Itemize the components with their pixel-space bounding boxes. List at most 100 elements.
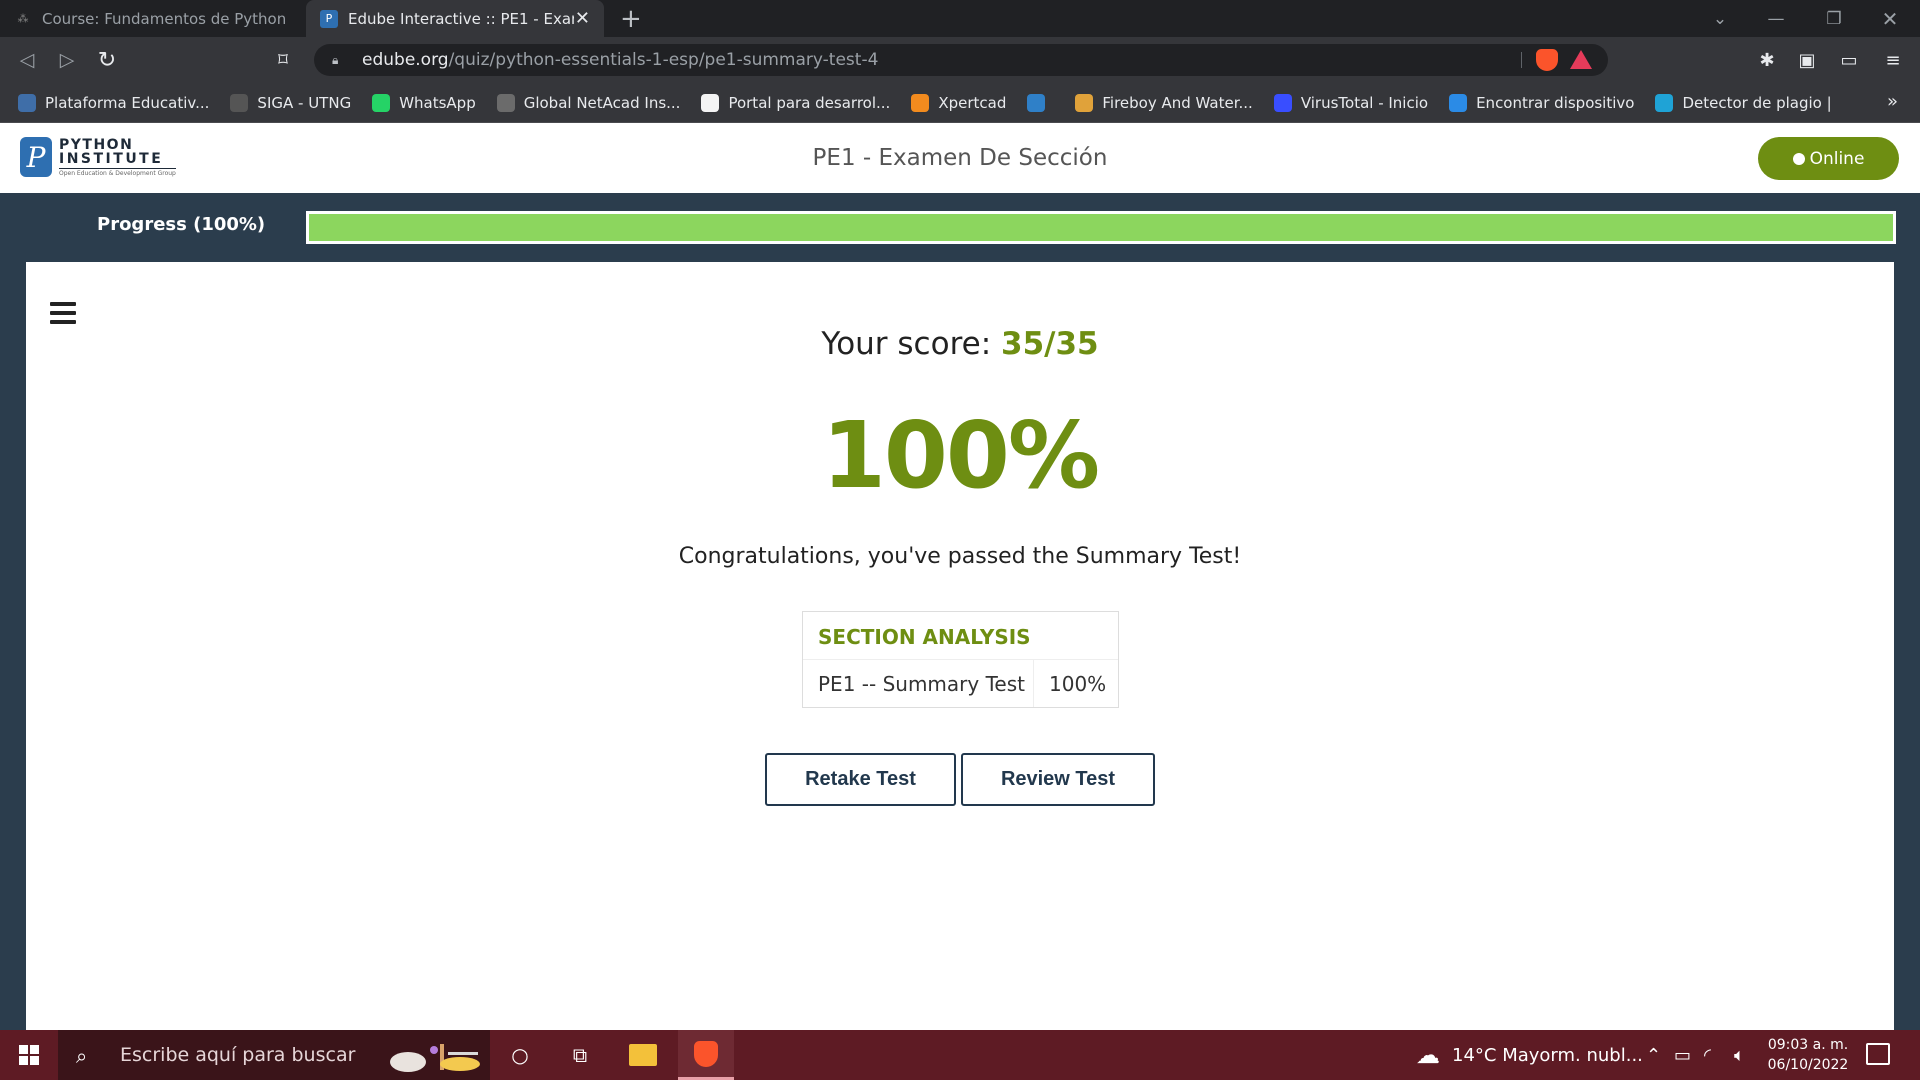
- review-test-button[interactable]: Review Test: [961, 753, 1155, 806]
- bookmark-item[interactable]: Global NetAcad Ins...: [496, 93, 681, 112]
- plagiarism-icon: [1655, 93, 1674, 112]
- brave-rewards-icon[interactable]: [1570, 50, 1592, 69]
- file-explorer-icon[interactable]: [615, 1030, 671, 1080]
- whatsapp-icon: [372, 93, 391, 112]
- clock-time: 09:03 a. m.: [1767, 1037, 1849, 1053]
- bookmark-item[interactable]: VirusTotal - Inicio: [1273, 93, 1429, 112]
- bookmark-label: Plataforma Educativ...: [45, 93, 210, 112]
- restore-button[interactable]: ❐: [1806, 0, 1862, 37]
- menu-icon[interactable]: ≡: [1882, 49, 1904, 71]
- fireboy-icon: [1075, 93, 1094, 112]
- wifi-icon[interactable]: ◜: [1704, 1030, 1711, 1080]
- windows-logo-icon: [19, 1045, 39, 1065]
- bookmark-item[interactable]: Encontrar dispositivo: [1449, 93, 1635, 112]
- new-tab-button[interactable]: +: [620, 4, 642, 34]
- python-institute-icon: P: [320, 9, 338, 28]
- lock-icon: 🔒︎: [332, 52, 339, 67]
- bookmark-label: Fireboy And Water...: [1102, 93, 1253, 112]
- site-header: P PYTHON INSTITUTE Open Education & Deve…: [0, 123, 1920, 193]
- forward-icon[interactable]: ▷: [52, 45, 82, 75]
- reload-icon[interactable]: ↻: [92, 45, 122, 75]
- table-row: PE1 -- Summary Test 100%: [803, 659, 1118, 707]
- volume-icon[interactable]: 🔈︎: [1734, 1030, 1745, 1080]
- task-view-icon[interactable]: ⧉: [552, 1030, 608, 1080]
- url-divider: [1521, 52, 1522, 68]
- extensions-icon[interactable]: ✱: [1756, 49, 1778, 71]
- cortana-icon[interactable]: ○: [492, 1030, 548, 1080]
- weather-widget[interactable]: ☁ 14°C Mayorm. nubl...: [1416, 1030, 1643, 1080]
- hamburger-menu-icon[interactable]: [50, 302, 76, 329]
- close-window-button[interactable]: ✕: [1862, 0, 1918, 37]
- cisco-icon: [496, 93, 515, 112]
- platform-icon: [18, 93, 36, 112]
- section-score: 100%: [1049, 671, 1107, 696]
- score-percent: 100%: [821, 402, 1100, 509]
- address-bar[interactable]: 🔒︎ edube.org/quiz/python-essentials-1-es…: [314, 44, 1608, 76]
- browser-toolbar: ◁ ▷ ↻ ⌑ 🔒︎ edube.org/quiz/python-essenti…: [0, 37, 1920, 83]
- bookmark-item[interactable]: [1027, 93, 1054, 112]
- bookmark-label: VirusTotal - Inicio: [1300, 93, 1429, 112]
- search-icon: ⌕: [76, 1044, 88, 1068]
- search-highlight-icon: [390, 1044, 480, 1072]
- bookmark-label: SIGA - UTNG: [257, 93, 352, 112]
- bookmark-item[interactable]: Detector de plagio |: [1655, 93, 1832, 112]
- start-button[interactable]: [0, 1030, 58, 1080]
- progress-bar: [306, 211, 1896, 244]
- brave-shields-icon[interactable]: [1536, 49, 1558, 71]
- bookmark-item[interactable]: Xpertcad: [911, 93, 1007, 112]
- system-clock[interactable]: 09:03 a. m. 06/10/2022: [1760, 1035, 1856, 1075]
- weather-cloud-icon: ☁: [1416, 1041, 1440, 1069]
- tab-title: Course: Fundamentos de Python: [42, 9, 287, 28]
- tab-edube[interactable]: P Edube Interactive :: PE1 - Examen ✕: [306, 0, 604, 37]
- battery-icon[interactable]: ▭: [1674, 1030, 1691, 1080]
- score-line: Your score: 35/35: [26, 326, 1894, 362]
- wallet-icon[interactable]: ▭: [1838, 49, 1860, 71]
- find-device-icon: [1449, 93, 1468, 112]
- page-title: PE1 - Examen De Sección: [812, 145, 1108, 171]
- result-card: Your score: 35/35 100% Congratulations, …: [26, 262, 1894, 1030]
- bookmark-label: Portal para desarrol...: [728, 93, 891, 112]
- bookmark-item[interactable]: SIGA - UTNG: [230, 93, 352, 112]
- bookmark-label: Encontrar dispositivo: [1476, 93, 1635, 112]
- bookmark-label: WhatsApp: [399, 93, 476, 112]
- section-name: PE1 -- Summary Test: [803, 660, 1034, 707]
- clock-date: 06/10/2022: [1767, 1057, 1849, 1073]
- bookmark-item[interactable]: Fireboy And Water...: [1075, 93, 1253, 112]
- bookmark-item[interactable]: Plataforma Educativ...: [18, 93, 210, 112]
- netacad-icon: ⁂: [17, 12, 29, 25]
- bookmark-item[interactable]: WhatsApp: [372, 93, 476, 112]
- search-placeholder: Escribe aquí para buscar: [120, 1044, 356, 1066]
- online-status-button[interactable]: Online: [1758, 137, 1899, 180]
- weather-text: 14°C Mayorm. nubl...: [1452, 1044, 1643, 1066]
- brave-browser-icon[interactable]: [678, 1030, 734, 1080]
- browser-tab-strip: ⁂ Course: Fundamentos de Python P Edube …: [0, 0, 1920, 37]
- congratulations-message: Congratulations, you've passed the Summa…: [678, 544, 1242, 569]
- portal-icon: [701, 93, 720, 112]
- fish-icon: [1027, 93, 1046, 112]
- tab-search-icon[interactable]: ⌄: [1692, 0, 1748, 37]
- tray-chevron-icon[interactable]: ⌃: [1646, 1030, 1661, 1080]
- windows-taskbar: ⌕ Escribe aquí para buscar ○ ⧉ ☁ 14°C Ma…: [0, 1030, 1920, 1080]
- bookmark-item[interactable]: Portal para desarrol...: [701, 93, 891, 112]
- status-dot-icon: [1792, 152, 1805, 165]
- bookmark-label: Detector de plagio |: [1682, 93, 1832, 112]
- online-label: Online: [1809, 148, 1865, 169]
- section-analysis-table: SECTION ANALYSIS PE1 -- Summary Test 100…: [802, 611, 1119, 708]
- score-value: 35/35: [1001, 326, 1099, 362]
- progress-section: Progress (100%): [0, 193, 1920, 262]
- tab-course[interactable]: ⁂ Course: Fundamentos de Python: [0, 0, 304, 37]
- bookmark-label: Xpertcad: [938, 93, 1007, 112]
- bookmark-label: Global NetAcad Ins...: [523, 93, 681, 112]
- bookmarks-overflow-icon[interactable]: »: [1887, 91, 1898, 112]
- back-icon[interactable]: ◁: [12, 45, 42, 75]
- section-analysis-title: SECTION ANALYSIS: [818, 625, 1031, 649]
- url-host: edube.org: [362, 50, 449, 70]
- retake-test-button[interactable]: Retake Test: [765, 753, 956, 806]
- taskbar-search[interactable]: ⌕ Escribe aquí para buscar: [58, 1030, 490, 1080]
- notification-center-icon[interactable]: [1866, 1043, 1890, 1065]
- sidebar-icon[interactable]: ▣: [1796, 49, 1818, 71]
- bookmarks-bar: Plataforma Educativ... SIGA - UTNG WhatsAp…: [0, 83, 1920, 123]
- bookmark-icon[interactable]: ⌑: [268, 45, 298, 75]
- minimize-button[interactable]: —: [1748, 0, 1804, 37]
- close-tab-icon[interactable]: ✕: [575, 8, 590, 29]
